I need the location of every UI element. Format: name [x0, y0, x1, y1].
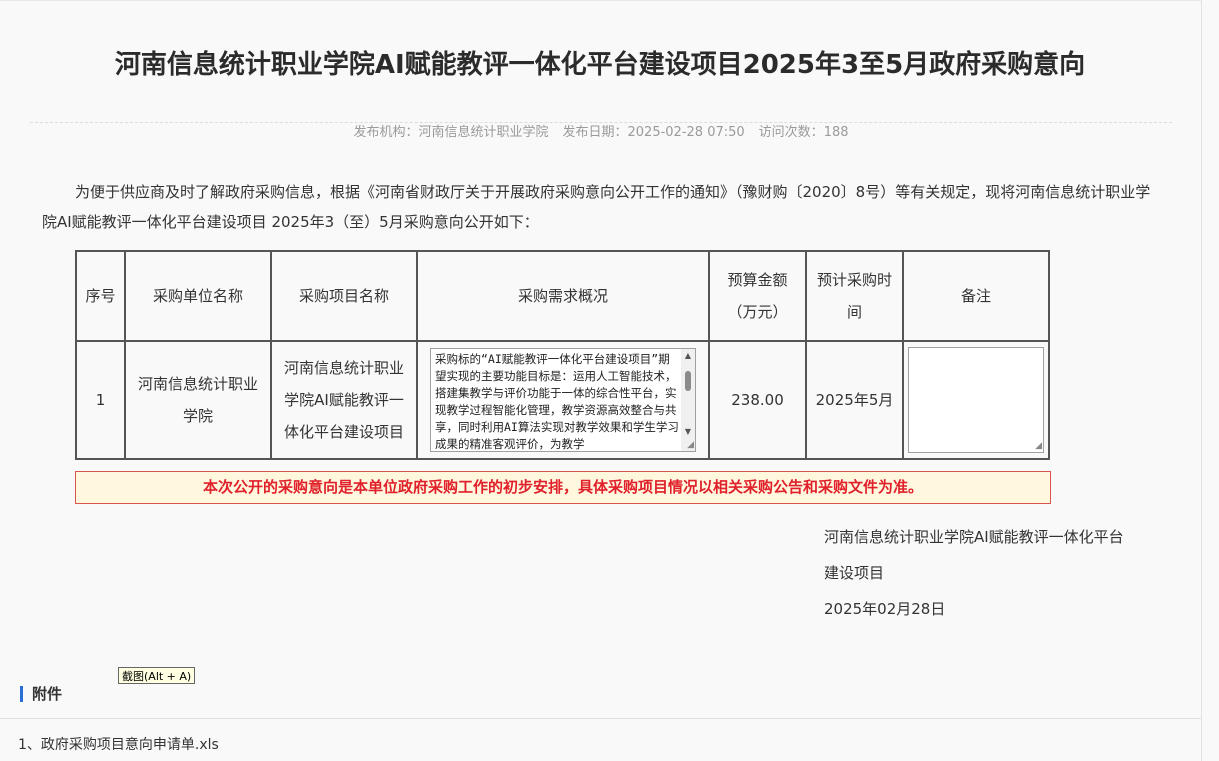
attachments-heading-text: 附件 [32, 685, 63, 703]
scroll-down-arrow-icon[interactable]: ▼ [681, 425, 695, 439]
cell-time: 2025年5月 [805, 340, 904, 460]
accent-bar [20, 686, 23, 702]
header-summary: 采购需求概况 [416, 250, 710, 342]
cell-unit: 河南信息统计职业学院 [124, 340, 272, 460]
summary-textarea[interactable]: 采购标的“AI赋能教评一体化平台建设项目”期望实现的主要功能目标是：运用人工智能… [430, 348, 696, 452]
cell-budget: 238.00 [708, 340, 807, 460]
scroll-up-arrow-icon[interactable]: ▲ [681, 349, 695, 363]
summary-text: 采购标的“AI赋能教评一体化平台建设项目”期望实现的主要功能目标是：运用人工智能… [435, 352, 679, 451]
scroll-thumb[interactable] [685, 371, 691, 391]
header-time: 预计采购时 间 [805, 250, 904, 342]
attachment-link[interactable]: 1、政府采购项目意向申请单.xls [18, 735, 219, 755]
header-time-line1: 预计采购时 [816, 271, 892, 289]
header-index: 序号 [75, 250, 126, 342]
table-header-row: 序号 采购单位名称 采购项目名称 采购需求概况 预算金额 （万元） 预计采购时 … [75, 250, 1050, 342]
header-budget-line2: （万元） [727, 303, 788, 321]
header-remark: 备注 [902, 250, 1050, 342]
cell-project: 河南信息统计职业学院AI赋能教评一体化平台建设项目 [270, 340, 418, 460]
header-unit: 采购单位名称 [124, 250, 272, 342]
header-budget-line1: 预算金额 [727, 271, 788, 289]
signature-date: 2025年02月28日 [824, 600, 946, 618]
page: 河南信息统计职业学院AI赋能教评一体化平台建设项目2025年3至5月政府采购意向… [0, 0, 1219, 761]
signature-org-line1: 河南信息统计职业学院AI赋能教评一体化平台 [824, 528, 1124, 546]
page-title: 河南信息统计职业学院AI赋能教评一体化平台建设项目2025年3至5月政府采购意向 [114, 50, 1086, 80]
attachments-heading: 附件 [20, 684, 62, 704]
header-time-line2: 间 [846, 303, 862, 321]
cell-index: 1 [75, 340, 126, 460]
date-value: 2025-02-28 07:50 [627, 125, 745, 140]
table-row: 1 河南信息统计职业学院 河南信息统计职业学院AI赋能教评一体化平台建设项目 采… [75, 340, 1050, 460]
publisher-label: 发布机构： [353, 125, 419, 140]
article-meta: 发布机构：河南信息统计职业学院 发布日期：2025-02-28 07:50 访问次数… [30, 123, 1172, 143]
date-label: 发布日期： [562, 125, 628, 140]
publisher-value: 河南信息统计职业学院 [418, 125, 549, 140]
article-frame: 河南信息统计职业学院AI赋能教评一体化平台建设项目2025年3至5月政府采购意向… [0, 0, 1202, 761]
remark-textarea[interactable]: ◢ [908, 347, 1044, 453]
screenshot-tooltip: 截图(Alt + A) [118, 667, 196, 684]
attachments-divider [0, 718, 1202, 719]
summary-scrollbar[interactable]: ▲ ▼ [681, 349, 695, 451]
notice-banner: 本次公开的采购意向是本单位政府采购工作的初步安排，具体采购项目情况以相关采购公告… [75, 471, 1051, 504]
visits-value: 188 [823, 125, 849, 140]
header-budget: 预算金额 （万元） [708, 250, 807, 342]
cell-summary: 采购标的“AI赋能教评一体化平台建设项目”期望实现的主要功能目标是：运用人工智能… [416, 340, 710, 460]
resize-grip-icon[interactable]: ◢ [684, 440, 694, 450]
signature-org-line2: 建设项目 [824, 564, 885, 582]
header-project: 采购项目名称 [270, 250, 418, 342]
procurement-table: 序号 采购单位名称 采购项目名称 采购需求概况 预算金额 （万元） 预计采购时 … [75, 250, 1050, 460]
visits-label: 访问次数： [758, 125, 824, 140]
signature-block: 河南信息统计职业学院AI赋能教评一体化平台 建设项目 2025年02月28日 [824, 519, 1164, 627]
intro-paragraph: 为便于供应商及时了解政府采购信息，根据《河南省财政厅关于开展政府采购意向公开工作… [42, 183, 1151, 231]
cell-remark: ◢ [902, 340, 1050, 460]
remark-resize-grip-icon[interactable]: ◢ [1032, 441, 1042, 451]
